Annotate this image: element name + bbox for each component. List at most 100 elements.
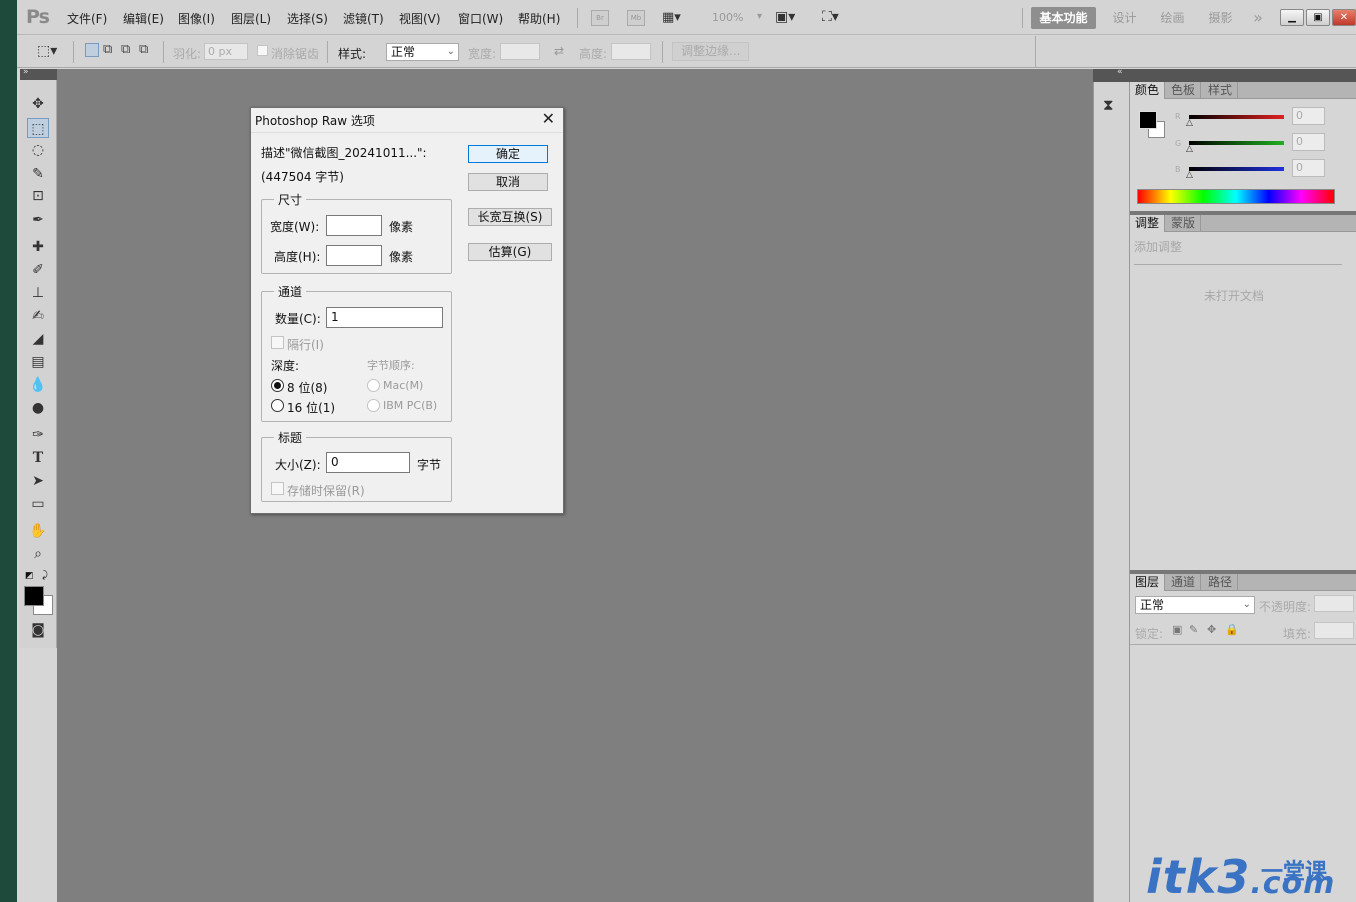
cancel-button[interactable]: 取消 bbox=[468, 173, 548, 191]
menu-help[interactable]: 帮助(H) bbox=[518, 10, 560, 27]
depth-16-radio[interactable] bbox=[271, 399, 284, 412]
workspace-design[interactable]: 设计 bbox=[1102, 7, 1147, 29]
lock-position-icon[interactable]: ✥ bbox=[1207, 623, 1216, 636]
panel-dock-header[interactable]: « bbox=[1093, 67, 1356, 82]
menu-view[interactable]: 视图(V) bbox=[399, 10, 441, 27]
green-slider[interactable] bbox=[1189, 141, 1284, 145]
clone-stamp-tool-icon[interactable]: ⊥ bbox=[27, 283, 49, 303]
blue-slider-handle[interactable]: △ bbox=[1186, 170, 1193, 180]
menu-window[interactable]: 窗口(W) bbox=[458, 10, 503, 27]
quick-mask-icon[interactable]: ◙ bbox=[27, 620, 49, 640]
foreground-color-swatch[interactable] bbox=[24, 586, 44, 606]
fill-input[interactable] bbox=[1314, 622, 1354, 639]
close-icon[interactable]: ✕ bbox=[1332, 9, 1356, 26]
blue-value[interactable]: 0 bbox=[1292, 159, 1325, 177]
panel-foreground-swatch[interactable] bbox=[1139, 111, 1157, 129]
green-slider-handle[interactable]: △ bbox=[1186, 144, 1193, 154]
workspace-painting[interactable]: 绘画 bbox=[1150, 7, 1195, 29]
new-selection-icon[interactable] bbox=[85, 43, 99, 57]
count-field[interactable]: 1 bbox=[326, 307, 443, 328]
tab-layers[interactable]: 图层 bbox=[1130, 574, 1166, 591]
zoom-dropdown-icon[interactable]: ▾ bbox=[757, 11, 762, 22]
tab-masks[interactable]: 蒙版 bbox=[1166, 215, 1202, 232]
screen-layout-icon[interactable]: ⛶▾ bbox=[822, 9, 839, 25]
rectangle-tool-icon[interactable]: ▭ bbox=[27, 494, 49, 514]
mac-radio[interactable] bbox=[367, 379, 380, 392]
more-workspaces-icon[interactable]: » bbox=[1247, 7, 1269, 29]
red-value[interactable]: 0 bbox=[1292, 107, 1325, 125]
width-field[interactable] bbox=[326, 215, 382, 236]
healing-brush-tool-icon[interactable]: ✚ bbox=[27, 237, 49, 257]
maximize-icon[interactable]: ▣ bbox=[1306, 9, 1330, 26]
color-spectrum-bar[interactable] bbox=[1137, 189, 1335, 204]
lock-pixels-icon[interactable]: ✎ bbox=[1189, 623, 1198, 636]
move-tool-icon[interactable]: ✥ bbox=[27, 94, 49, 114]
history-brush-tool-icon[interactable]: ✍ bbox=[27, 306, 49, 326]
blur-tool-icon[interactable]: 💧 bbox=[27, 375, 49, 395]
brush-tool-icon[interactable]: ✐ bbox=[27, 260, 49, 280]
hand-tool-icon[interactable]: ✋ bbox=[27, 521, 49, 541]
tab-color[interactable]: 颜色 bbox=[1130, 82, 1166, 99]
depth-8-radio[interactable] bbox=[271, 379, 284, 392]
menu-filter[interactable]: 滤镜(T) bbox=[343, 10, 384, 27]
lock-all-icon[interactable]: 🔒 bbox=[1225, 623, 1239, 636]
tab-styles[interactable]: 样式 bbox=[1203, 82, 1239, 99]
feather-input[interactable]: 0 px bbox=[204, 43, 248, 60]
eyedropper-tool-icon[interactable]: ✒ bbox=[27, 210, 49, 230]
red-slider-handle[interactable]: △ bbox=[1186, 118, 1193, 128]
menu-layer[interactable]: 图层(L) bbox=[231, 10, 271, 27]
lasso-tool-icon[interactable]: ◌ bbox=[27, 140, 49, 160]
zoom-level[interactable]: 100% bbox=[712, 11, 743, 24]
swap-button[interactable]: 长宽互换(S) bbox=[468, 208, 552, 226]
arrange-documents-icon[interactable]: ▣▾ bbox=[775, 9, 795, 25]
workspace-photography[interactable]: 摄影 bbox=[1198, 7, 1243, 29]
expand-panels-icon[interactable]: « bbox=[1117, 67, 1123, 77]
swap-dimensions-icon[interactable]: ⇄ bbox=[554, 44, 564, 58]
toolbox-header[interactable]: » bbox=[20, 67, 57, 80]
mini-bridge-button[interactable]: Mb bbox=[627, 10, 645, 26]
ok-button[interactable]: 确定 bbox=[468, 145, 548, 163]
dodge-tool-icon[interactable]: ● bbox=[27, 398, 49, 418]
default-colors-icon[interactable]: ◩ bbox=[25, 571, 34, 581]
tab-paths[interactable]: 路径 bbox=[1203, 574, 1239, 591]
path-selection-tool-icon[interactable]: ➤ bbox=[27, 471, 49, 491]
header-size-field[interactable]: 0 bbox=[326, 452, 410, 473]
marquee-preset-icon[interactable]: ⬚▾ bbox=[37, 43, 57, 59]
tab-adjustments[interactable]: 调整 bbox=[1130, 215, 1166, 232]
crop-tool-icon[interactable]: ⊡ bbox=[27, 186, 49, 206]
tab-channels[interactable]: 通道 bbox=[1166, 574, 1202, 591]
intersect-selection-icon[interactable]: ⧉ bbox=[139, 42, 148, 57]
interleave-checkbox[interactable] bbox=[271, 336, 284, 349]
menu-file[interactable]: 文件(F) bbox=[67, 10, 107, 27]
opacity-input[interactable] bbox=[1314, 595, 1354, 612]
bridge-button[interactable]: Br bbox=[591, 10, 609, 26]
collapse-icon[interactable]: » bbox=[23, 67, 29, 77]
height-field[interactable] bbox=[326, 245, 382, 266]
workspace-essentials[interactable]: 基本功能 bbox=[1031, 7, 1096, 29]
antialias-checkbox[interactable] bbox=[257, 45, 268, 56]
quick-selection-tool-icon[interactable]: ✎ bbox=[27, 164, 49, 184]
width-input[interactable] bbox=[500, 43, 540, 60]
retain-header-checkbox[interactable] bbox=[271, 482, 284, 495]
blend-mode-select[interactable]: 正常 ⌄ bbox=[1135, 596, 1255, 614]
ibm-pc-radio[interactable] bbox=[367, 399, 380, 412]
minimize-icon[interactable]: ▁ bbox=[1280, 9, 1304, 26]
red-slider[interactable] bbox=[1189, 115, 1284, 119]
eraser-tool-icon[interactable]: ◢ bbox=[27, 329, 49, 349]
swap-colors-icon[interactable]: ⤸ bbox=[42, 570, 48, 581]
type-tool-icon[interactable]: T bbox=[27, 448, 49, 468]
green-value[interactable]: 0 bbox=[1292, 133, 1325, 151]
blue-slider[interactable] bbox=[1189, 167, 1284, 171]
menu-image[interactable]: 图像(I) bbox=[178, 10, 215, 27]
refine-edge-button[interactable]: 调整边缘... bbox=[672, 42, 750, 61]
menu-edit[interactable]: 编辑(E) bbox=[123, 10, 164, 27]
lock-transparent-icon[interactable]: ▣ bbox=[1172, 623, 1182, 636]
document-canvas[interactable] bbox=[57, 69, 1093, 902]
zoom-tool-icon[interactable]: ⌕ bbox=[27, 544, 49, 564]
style-select[interactable]: 正常 ⌄ bbox=[386, 43, 459, 61]
tab-swatches[interactable]: 色板 bbox=[1166, 82, 1202, 99]
screen-mode-icon[interactable]: ▦▾ bbox=[662, 10, 681, 25]
add-selection-icon[interactable]: ⧉ bbox=[103, 42, 112, 57]
gradient-tool-icon[interactable]: ▤ bbox=[27, 352, 49, 372]
subtract-selection-icon[interactable]: ⧉ bbox=[121, 42, 130, 57]
